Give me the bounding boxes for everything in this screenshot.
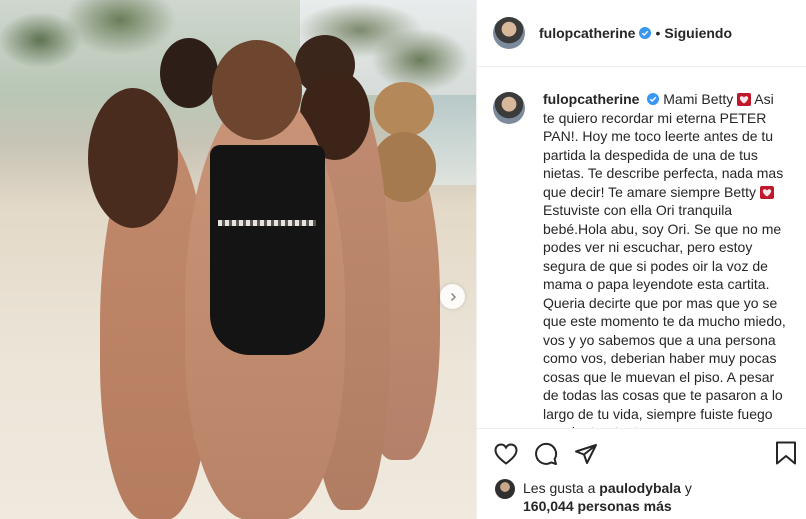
caption-avatar[interactable]: [493, 92, 525, 124]
caption-username[interactable]: fulopcatherine: [543, 91, 639, 107]
photo-figure: [374, 82, 434, 137]
likes-summary: Les gusta a paulodybala y 160,044 person…: [477, 479, 806, 515]
share-button[interactable]: [573, 441, 599, 467]
photo-swimsuit: [210, 145, 325, 355]
verified-badge-icon: [639, 27, 652, 39]
photo-figure: [160, 38, 218, 108]
photo-figure: [88, 88, 178, 228]
photo-figure: [212, 40, 302, 140]
likes-text: Les gusta a paulodybala y 160,044 person…: [523, 479, 692, 515]
heart-icon: [494, 443, 518, 465]
header-username[interactable]: fulopcatherine: [539, 25, 635, 41]
caption-part3: Estuviste con ella Ori tranquila bebé.Ho…: [543, 202, 786, 428]
likes-mid: y: [684, 480, 692, 496]
photo-swimsuit-belt: [218, 220, 316, 226]
next-photo-button[interactable]: [440, 284, 465, 309]
post-side-panel: fulopcatherine • Siguiendo fulopcatherin…: [476, 0, 806, 519]
red-heart-emoji-icon: [759, 185, 774, 199]
caption-part1: Mami Betty: [663, 91, 734, 107]
follow-status-button[interactable]: Siguiendo: [664, 25, 732, 41]
post-photo[interactable]: [0, 0, 476, 519]
bookmark-icon: [776, 441, 796, 465]
share-icon: [575, 444, 597, 464]
comment-icon: [535, 442, 558, 465]
red-heart-emoji-icon: [737, 93, 752, 106]
caption-text: fulopcatherine Mami Betty Asi te quiero …: [543, 90, 789, 428]
save-button[interactable]: [775, 441, 797, 470]
post-actions: Les gusta a paulodybala y 160,044 person…: [477, 428, 806, 519]
liker-avatar[interactable]: [495, 479, 515, 499]
caption-row: fulopcatherine Mami Betty Asi te quiero …: [493, 90, 791, 428]
caption-part2: Asi te quiero recordar mi eterna PETER P…: [543, 91, 784, 200]
comment-button[interactable]: [533, 441, 559, 467]
action-icons: [477, 429, 806, 479]
liker-username[interactable]: paulodybala: [599, 480, 681, 496]
caption-area: fulopcatherine Mami Betty Asi te quiero …: [477, 68, 806, 428]
verified-badge-icon: [647, 93, 660, 105]
like-button[interactable]: [493, 441, 519, 467]
chevron-right-icon: [450, 292, 456, 301]
separator-dot: •: [655, 25, 661, 41]
likes-prefix: Les gusta a: [523, 480, 596, 496]
likes-count[interactable]: 160,044 personas más: [523, 498, 672, 514]
post-header: fulopcatherine • Siguiendo: [477, 0, 806, 67]
avatar[interactable]: [493, 17, 525, 49]
